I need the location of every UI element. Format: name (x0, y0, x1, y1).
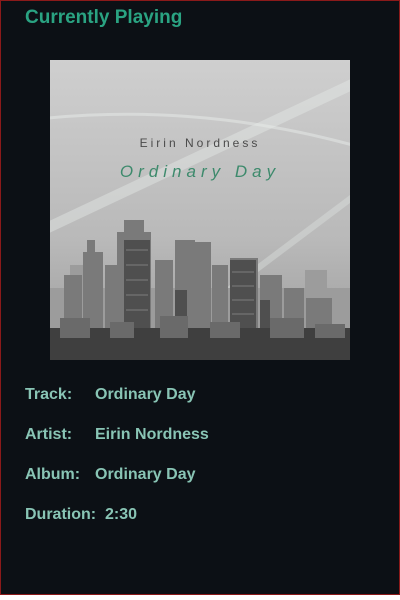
album-cover-art (50, 60, 350, 360)
track-value: Ordinary Day (95, 386, 196, 403)
duration-row: Duration: 2:30 (25, 506, 137, 524)
album-row: Album: Ordinary Day (25, 466, 195, 484)
track-row: Track: Ordinary Day (25, 386, 195, 404)
artist-row: Artist: Eirin Nordness (25, 426, 209, 444)
artist-value: Eirin Nordness (95, 426, 209, 443)
cover-title-text: Ordinary Day (119, 162, 281, 181)
artist-label: Artist: (25, 426, 73, 443)
cover-artist-text: Eirin Nordness (139, 136, 261, 150)
album-cover: Eirin Nordness Ordinary Day (50, 60, 350, 360)
track-label: Track: (25, 386, 73, 403)
duration-label: Duration: (25, 506, 97, 523)
duration-value: 2:30 (105, 506, 138, 523)
now-playing-panel: Currently Playing Eirin Nordness Ordinar… (0, 0, 400, 595)
page-title: Currently Playing (25, 7, 183, 28)
album-value: Ordinary Day (95, 466, 196, 483)
album-label: Album: (25, 466, 81, 483)
